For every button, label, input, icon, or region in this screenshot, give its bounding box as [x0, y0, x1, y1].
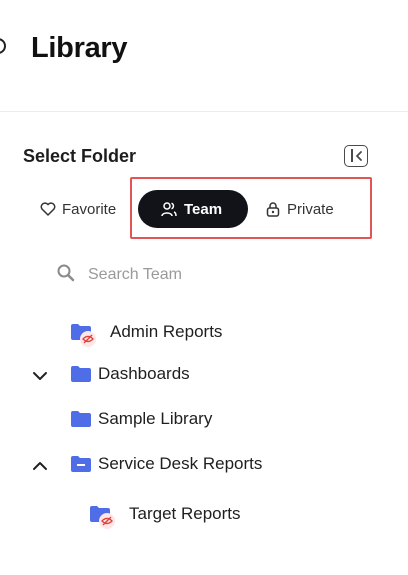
- chevron-down-icon[interactable]: [32, 368, 48, 384]
- page-title: Library: [31, 32, 128, 64]
- tree-item-dashboards[interactable]: Dashboards: [71, 360, 190, 388]
- tab-favorite[interactable]: Favorite: [40, 190, 116, 228]
- back-icon[interactable]: [0, 38, 6, 54]
- tree-item-sample-library[interactable]: Sample Library: [71, 405, 212, 433]
- search-input[interactable]: [88, 266, 288, 284]
- tree-item-label: Sample Library: [98, 409, 213, 428]
- folder-icon: [71, 411, 91, 427]
- folder-icon: [71, 366, 91, 382]
- tree-item-label: Dashboards: [98, 364, 190, 383]
- panel-title: Select Folder: [23, 146, 137, 166]
- page-header: Library: [0, 0, 408, 112]
- collapse-panel-button[interactable]: [344, 145, 368, 167]
- tree-item-label: Target Reports: [129, 504, 241, 523]
- tab-team-label: Team: [184, 200, 223, 218]
- panel-divider: [351, 149, 353, 162]
- tree-item-label: Admin Reports: [110, 322, 223, 341]
- tree-item-label: Service Desk Reports: [98, 454, 263, 473]
- tree-item-target-reports[interactable]: Target Reports: [90, 500, 241, 529]
- chevron-up-icon[interactable]: [32, 458, 48, 474]
- tab-private-label: Private: [287, 200, 334, 218]
- folder-hidden-icon: [90, 506, 115, 529]
- eye-off-icon: [99, 513, 115, 529]
- tab-favorite-label: Favorite: [62, 200, 117, 218]
- chevron-left-icon: [356, 151, 362, 161]
- tab-private[interactable]: Private: [265, 190, 334, 228]
- tree-item-service-desk-reports[interactable]: Service Desk Reports: [71, 450, 262, 478]
- eye-off-icon: [80, 331, 96, 347]
- users-icon: [160, 200, 178, 218]
- tab-team[interactable]: Team: [138, 190, 248, 228]
- folder-minus-icon: [71, 456, 91, 472]
- heart-icon: [40, 202, 56, 216]
- lock-icon: [265, 201, 281, 217]
- search-box[interactable]: [56, 262, 288, 288]
- folder-hidden-icon: [71, 324, 96, 347]
- tree-item-admin-reports[interactable]: Admin Reports: [71, 318, 223, 347]
- search-icon: [56, 263, 76, 288]
